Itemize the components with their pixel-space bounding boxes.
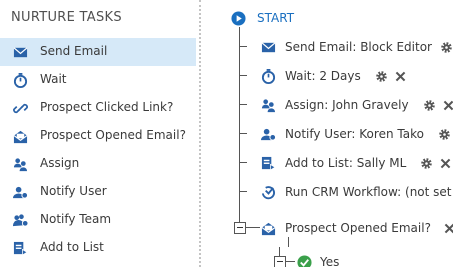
task-label: Notify Team xyxy=(40,212,112,226)
task-add-to-list[interactable]: Add to List xyxy=(0,234,196,262)
close-icon[interactable] xyxy=(439,157,452,170)
task-notify-user[interactable]: Notify User xyxy=(0,178,196,206)
step-label: Notify User: Koren Tako xyxy=(285,127,424,141)
task-label: Prospect Opened Email? xyxy=(40,128,186,142)
task-label: Prospect Clicked Link? xyxy=(40,100,174,114)
collapse-toggle[interactable] xyxy=(234,222,246,234)
flow-step-send-email[interactable]: Send Email: Block Editor xyxy=(261,37,453,57)
nurture-tasks-panel: NURTURE TASKS Send Email Wait Prospect C… xyxy=(0,0,196,267)
flow-start: START xyxy=(231,8,294,28)
open-envelope-icon xyxy=(13,130,28,144)
task-label: Wait xyxy=(40,72,67,86)
task-send-email[interactable]: Send Email xyxy=(0,38,196,66)
gear-icon[interactable] xyxy=(375,70,388,83)
flow-step-assign[interactable]: Assign: John Gravely xyxy=(261,95,453,115)
flow-step-wait[interactable]: Wait: 2 Days xyxy=(261,66,407,86)
nurture-flow-tree: START Send Email: Block Editor Wait: 2 D… xyxy=(203,0,453,267)
flow-step-notify-user[interactable]: Notify User: Koren Tako xyxy=(261,124,451,144)
task-label: Notify User xyxy=(40,184,107,198)
task-prospect-clicked-link[interactable]: Prospect Clicked Link? xyxy=(0,94,196,122)
play-icon xyxy=(231,10,246,26)
step-label: Assign: John Gravely xyxy=(285,98,409,112)
envelope-icon xyxy=(261,41,276,52)
task-assign[interactable]: Assign xyxy=(0,150,196,178)
task-prospect-opened-email[interactable]: Prospect Opened Email? xyxy=(0,122,196,150)
task-label: Assign xyxy=(40,156,80,170)
notify-team-icon xyxy=(13,214,28,227)
task-wait[interactable]: Wait xyxy=(0,66,196,94)
step-label: Run CRM Workflow: (not set xyxy=(285,185,452,199)
add-to-list-icon xyxy=(261,156,276,171)
task-label: Send Email xyxy=(40,44,108,58)
flow-step-run-crm-workflow[interactable]: Run CRM Workflow: (not set xyxy=(261,182,452,202)
link-icon xyxy=(13,103,28,114)
assign-users-icon xyxy=(261,98,276,112)
flow-step-prospect-opened-email[interactable]: Prospect Opened Email? xyxy=(261,218,453,238)
close-icon[interactable] xyxy=(443,222,453,235)
task-label: Add to List xyxy=(40,240,104,254)
check-circle-icon xyxy=(297,254,312,267)
gear-icon[interactable] xyxy=(438,128,451,141)
collapse-toggle-yes[interactable] xyxy=(274,256,286,267)
panel-title: NURTURE TASKS xyxy=(11,10,122,25)
step-label: Prospect Opened Email? xyxy=(285,221,431,235)
gear-icon[interactable] xyxy=(420,157,433,170)
stopwatch-icon xyxy=(13,73,28,88)
add-to-list-icon xyxy=(13,241,28,256)
close-icon[interactable] xyxy=(442,99,453,112)
notify-user-icon xyxy=(13,186,28,199)
notify-user-icon xyxy=(261,128,276,141)
flow-step-add-to-list[interactable]: Add to List: Sally ML xyxy=(261,153,452,173)
step-label: Send Email: Block Editor xyxy=(285,40,432,54)
stopwatch-icon xyxy=(261,68,276,84)
step-label: Wait: 2 Days xyxy=(285,69,361,83)
open-envelope-icon xyxy=(261,222,276,235)
crm-workflow-icon xyxy=(261,185,276,199)
branch-yes-label: Yes xyxy=(320,255,340,267)
close-icon[interactable] xyxy=(394,70,407,83)
gear-icon[interactable] xyxy=(423,99,436,112)
start-label: START xyxy=(257,11,295,25)
gear-icon[interactable] xyxy=(440,41,453,54)
task-notify-team[interactable]: Notify Team xyxy=(0,206,196,234)
step-label: Add to List: Sally ML xyxy=(285,156,407,170)
assign-users-icon xyxy=(13,158,28,172)
envelope-icon xyxy=(13,47,28,58)
flow-branch-yes[interactable]: Yes xyxy=(297,252,339,267)
